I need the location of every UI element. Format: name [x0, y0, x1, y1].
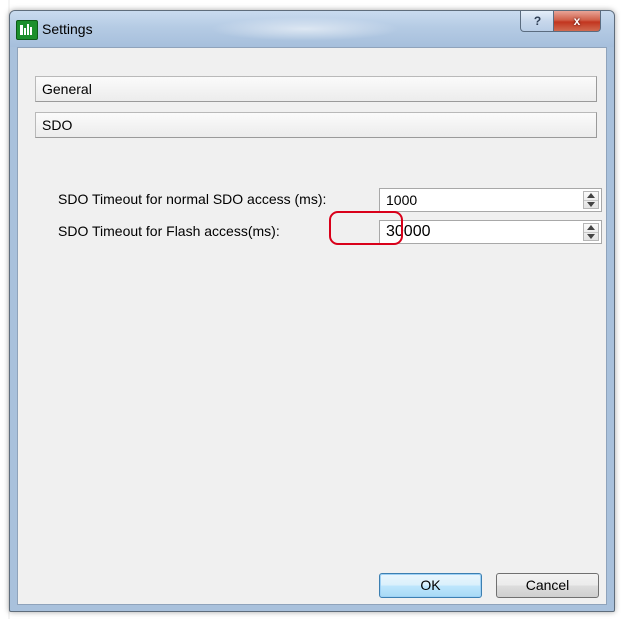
title-bar[interactable]: Settings ? x [10, 11, 614, 47]
title-glare [210, 17, 400, 41]
window-title: Settings [42, 21, 93, 37]
section-general[interactable]: General [35, 76, 597, 102]
close-icon: x [573, 14, 581, 28]
close-button[interactable]: x [553, 11, 601, 32]
normal-timeout-spinbox[interactable]: 1000 [379, 188, 602, 212]
highlight-annotation [329, 211, 403, 245]
flash-timeout-label: SDO Timeout for Flash access(ms): [58, 223, 280, 239]
dialog-body: General SDO SDO Timeout for normal SDO a… [17, 47, 607, 605]
settings-dialog: Settings ? x General SDO SDO Timeout for… [9, 10, 615, 612]
flash-timeout-spinbox[interactable]: 30000 [379, 220, 602, 244]
ok-button[interactable]: OK [379, 573, 482, 598]
help-button[interactable]: ? [520, 11, 555, 32]
normal-timeout-value[interactable]: 1000 [386, 192, 417, 208]
normal-timeout-label: SDO Timeout for normal SDO access (ms): [58, 191, 327, 207]
help-icon: ? [533, 14, 542, 28]
section-sdo[interactable]: SDO [35, 112, 597, 138]
arrow-up-icon[interactable] [584, 192, 598, 201]
arrow-down-icon[interactable] [584, 233, 598, 241]
arrow-up-icon[interactable] [584, 224, 598, 233]
normal-timeout-stepper[interactable] [583, 191, 599, 209]
flash-timeout-stepper[interactable] [583, 223, 599, 241]
cancel-button[interactable]: Cancel [496, 573, 599, 598]
arrow-down-icon[interactable] [584, 201, 598, 209]
app-icon [16, 20, 38, 40]
